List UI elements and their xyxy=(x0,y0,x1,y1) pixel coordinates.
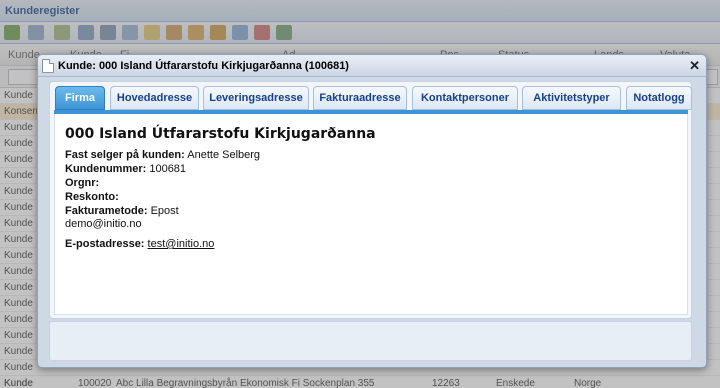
tab-panel: Firma Hovedadresse Leveringsadresse Fakt… xyxy=(49,81,692,319)
invoice-email: demo@initio.no xyxy=(65,218,142,230)
seller-line: Fast selger på kunden: Anette Selberg xyxy=(65,149,260,161)
tab-firma[interactable]: Firma xyxy=(55,86,105,110)
document-icon xyxy=(42,59,54,73)
invoice-method-value: Epost xyxy=(147,205,179,217)
reskonto-line: Reskonto: xyxy=(65,191,119,203)
customer-number-value: 100681 xyxy=(146,163,187,175)
invoice-method-line: Fakturametode: Epost xyxy=(65,205,179,217)
window-header[interactable]: Kunde: 000 Island Útfararstofu Kirkjugar… xyxy=(38,55,706,77)
company-name: 000 Island Útfararstofu Kirkjugarðanna xyxy=(65,126,376,142)
customer-window: Kunde: 000 Island Útfararstofu Kirkjugar… xyxy=(37,54,707,368)
customer-number-label: Kundenummer: xyxy=(65,163,147,175)
orgnr-line: Orgnr: xyxy=(65,177,99,189)
customer-number-line: Kundenummer: 100681 xyxy=(65,163,186,175)
tab-leveringsadresse[interactable]: Leveringsadresse xyxy=(203,86,309,110)
reskonto-label: Reskonto: xyxy=(65,191,119,203)
seller-value: Anette Selberg xyxy=(184,149,261,161)
window-title: Kunde: 000 Island Útfararstofu Kirkjugar… xyxy=(58,60,349,72)
tab-kontaktpersoner[interactable]: Kontaktpersoner xyxy=(412,86,518,110)
email-label: E-postadresse: xyxy=(65,238,145,250)
tab-notatlogg[interactable]: Notatlogg xyxy=(626,86,692,110)
window-footer xyxy=(49,321,692,361)
orgnr-label: Orgnr: xyxy=(65,177,100,189)
email-link[interactable]: test@initio.no xyxy=(148,238,215,250)
close-icon[interactable]: ✕ xyxy=(689,58,700,74)
firma-content: 000 Island Útfararstofu Kirkjugarðanna F… xyxy=(54,114,688,315)
tab-fakturaadresse[interactable]: Fakturaadresse xyxy=(313,86,407,110)
tab-hovedadresse[interactable]: Hovedadresse xyxy=(110,86,199,110)
seller-label: Fast selger på kunden: xyxy=(65,149,185,161)
tab-aktivitetstyper[interactable]: Aktivitetstyper xyxy=(522,86,621,110)
email-line: E-postadresse: test@initio.no xyxy=(65,238,214,250)
invoice-method-label: Fakturametode: xyxy=(65,205,148,217)
